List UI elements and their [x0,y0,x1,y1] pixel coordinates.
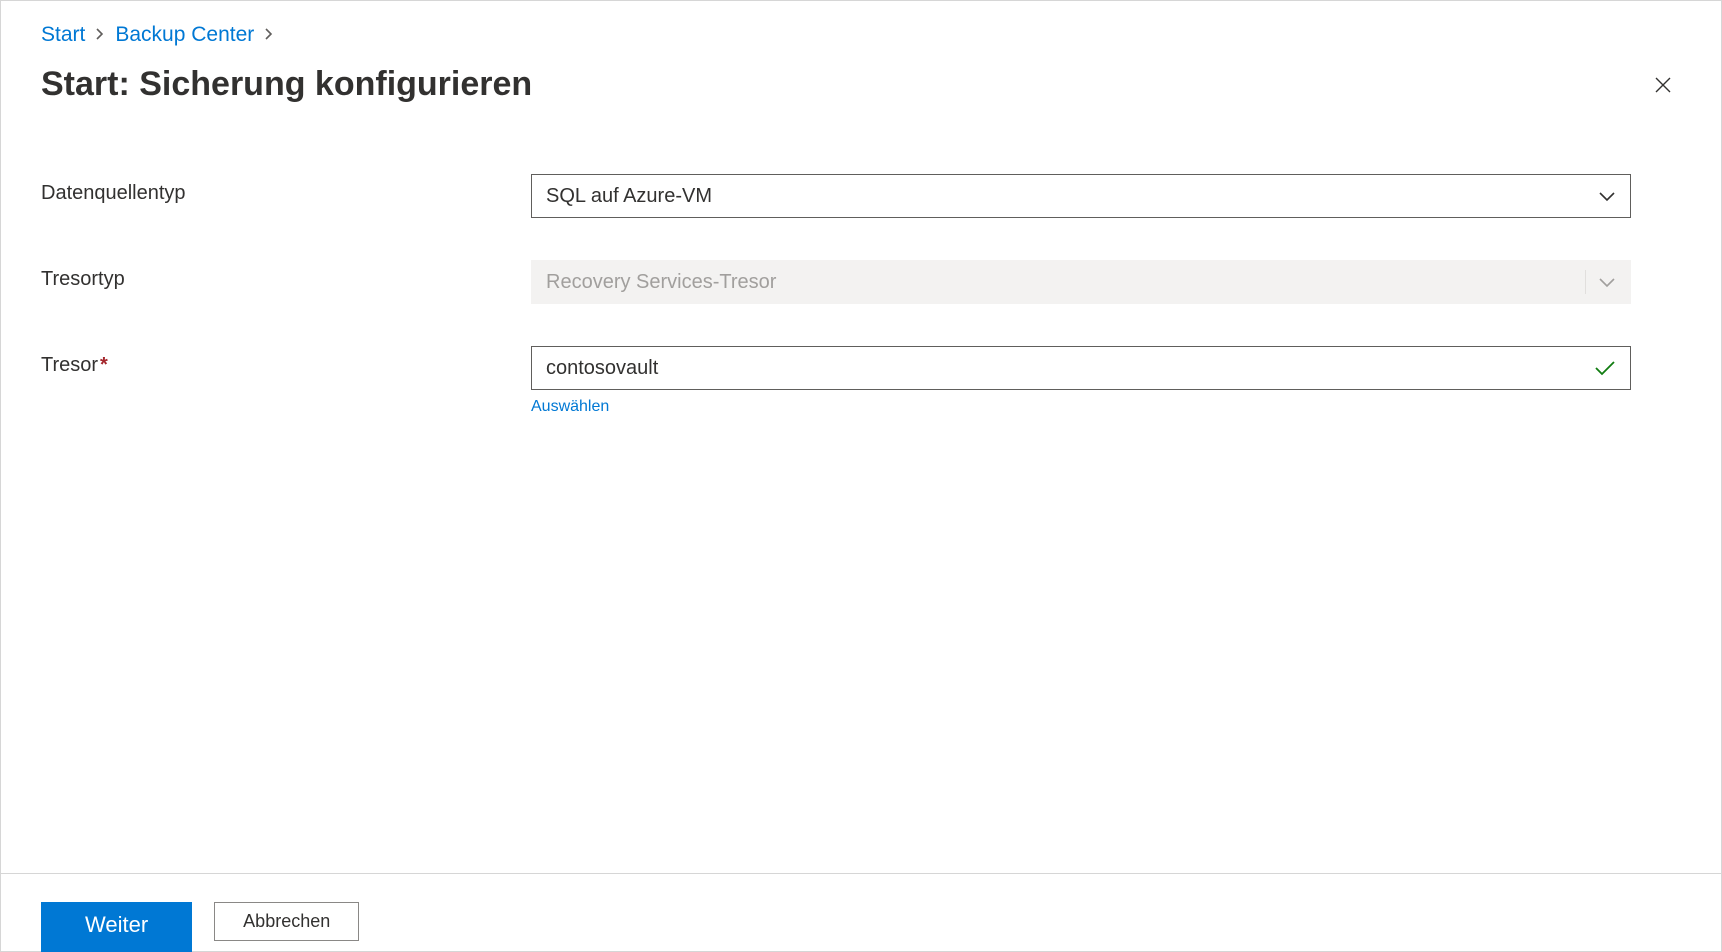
chevron-down-icon [1598,276,1616,288]
datasource-type-value: SQL auf Azure-VM [546,185,712,208]
cancel-button[interactable]: Abbrechen [214,902,359,941]
datasource-type-select[interactable]: SQL auf Azure-VM [531,174,1631,218]
vault-type-select: Recovery Services-Tresor [531,260,1631,304]
page-title: Start: Sicherung konfigurieren [41,65,532,104]
close-icon [1653,75,1673,95]
form-row-vault: Tresor* contosovault Auswählen [41,346,1681,416]
form-area: Datenquellentyp SQL auf Azure-VM Tresort… [1,104,1721,416]
close-button[interactable] [1645,67,1681,103]
breadcrumb-link-backup-center[interactable]: Backup Center [115,23,254,47]
breadcrumb: Start Backup Center [1,1,1721,47]
vault-value: contosovault [546,357,658,380]
chevron-down-icon [1598,190,1616,202]
vault-input[interactable]: contosovault [531,346,1631,390]
breadcrumb-link-start[interactable]: Start [41,23,85,47]
datasource-type-label: Datenquellentyp [41,174,531,205]
footer-bar: Weiter Abbrechen [1,873,1721,951]
form-row-vault-type: Tresortyp Recovery Services-Tresor [41,260,1681,304]
form-row-datasource-type: Datenquellentyp SQL auf Azure-VM [41,174,1681,218]
vault-type-value: Recovery Services-Tresor [546,271,776,294]
vault-select-link[interactable]: Auswählen [531,398,609,416]
required-indicator: * [100,354,108,376]
chevron-right-icon [264,23,274,47]
vault-type-label: Tresortyp [41,260,531,291]
vault-label: Tresor* [41,346,531,377]
chevron-right-icon [95,23,105,47]
next-button[interactable]: Weiter [41,902,192,952]
checkmark-icon [1594,360,1616,376]
page-header: Start: Sicherung konfigurieren [1,47,1721,104]
